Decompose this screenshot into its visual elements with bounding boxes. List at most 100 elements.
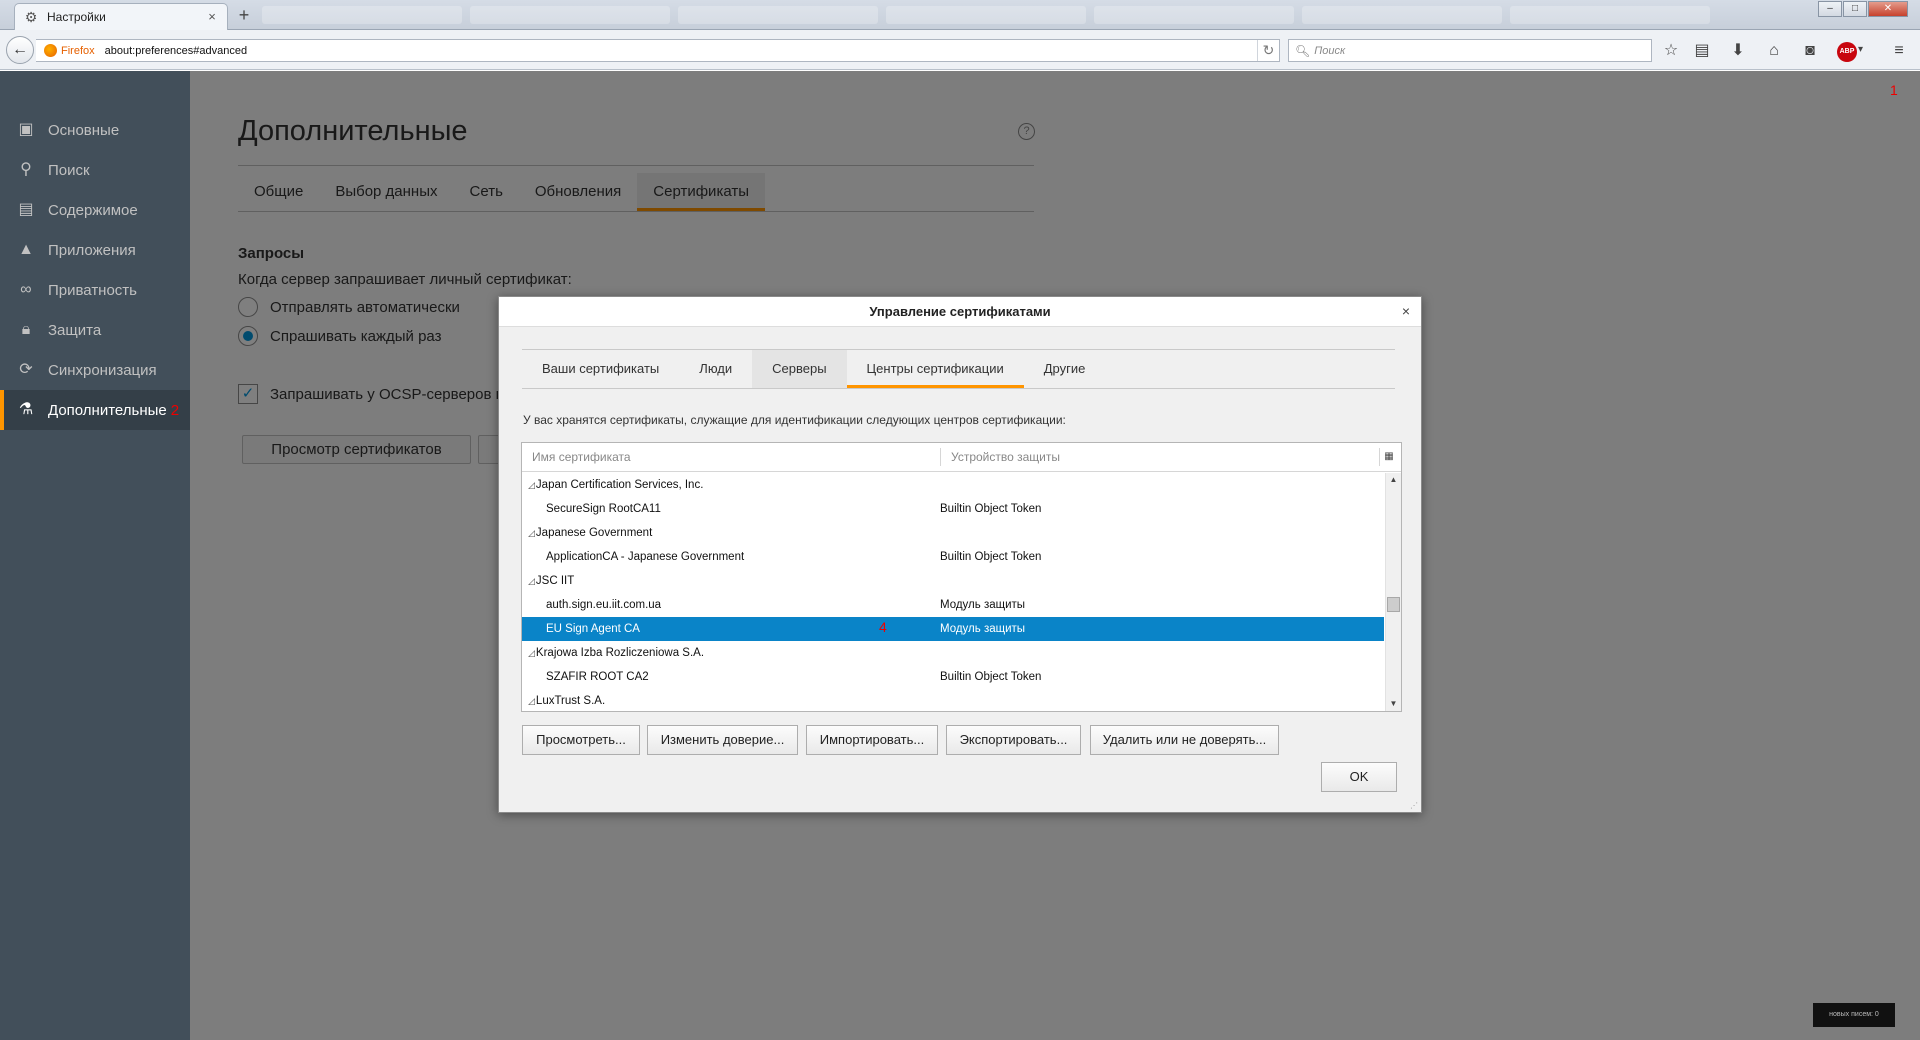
edit-trust-button[interactable]: Изменить доверие... (647, 725, 798, 755)
tree-row[interactable]: SZAFIR ROOT CA2 Builtin Object Token (522, 665, 1384, 689)
url-text[interactable]: about:preferences#advanced (105, 45, 1257, 57)
tree-row[interactable]: auth.sign.eu.iit.com.ua Модуль защиты (522, 593, 1384, 617)
annotation-marker-2: 2 (170, 401, 180, 419)
tab-your-certificates[interactable]: Ваши сертификаты (522, 350, 679, 388)
advanced-icon: ⚗ (18, 401, 34, 418)
tree-group-row[interactable]: ◿LuxTrust S.A. (522, 689, 1384, 711)
close-tab-icon[interactable]: × (205, 10, 219, 24)
tree-cell-name: SecureSign RootCA11 (546, 503, 661, 515)
column-header-security-device[interactable]: Устройство защиты (941, 443, 1381, 471)
mail-notification: новых писем: 0 (1813, 1003, 1895, 1027)
downloads-icon[interactable]: ⬇ (1727, 40, 1749, 62)
identity-label: Firefox (61, 44, 95, 57)
certificate-manager-dialog: Управление сертификатами × Ваши сертифик… (498, 296, 1422, 813)
browser-tab-settings[interactable]: ⚙ Настройки × (14, 3, 228, 30)
sidebar-item-content[interactable]: ▤ Содержимое (0, 190, 190, 230)
hamburger-menu-icon[interactable]: ≡ (1888, 40, 1910, 62)
tree-group-row[interactable]: ◿Japanese Government (522, 521, 1384, 545)
home-icon[interactable]: ⌂ (1763, 40, 1785, 62)
view-button[interactable]: Просмотреть... (522, 725, 640, 755)
reload-icon[interactable]: ↻ (1257, 40, 1279, 61)
tree-cell-device: Модуль защиты (940, 599, 1026, 611)
dialog-description: У вас хранятся сертификаты, служащие для… (523, 413, 1066, 427)
tree-cell-name: ◿LuxTrust S.A. (528, 695, 606, 707)
tree-group-row[interactable]: ◿Japan Certification Services, Inc. (522, 473, 1384, 497)
tree-group-row[interactable]: ◿JSC IIT (522, 569, 1384, 593)
dialog-title: Управление сертификатами (869, 304, 1051, 319)
resize-grip-icon[interactable]: ⋰ (1410, 801, 1420, 811)
search-placeholder: Поиск (1314, 44, 1346, 57)
scrollbar-thumb[interactable] (1387, 597, 1400, 612)
tree-cell-name: ◿JSC IIT (528, 575, 575, 587)
sidebar-item-sync[interactable]: ⟳ Синхронизация (0, 350, 190, 390)
sidebar-item-general[interactable]: ▣ Основные (0, 110, 190, 150)
preferences-sidebar: ▣ Основные ⚲ Поиск ▤ Содержимое ▲ Прилож… (0, 71, 190, 1040)
close-icon[interactable]: × (1399, 304, 1413, 318)
back-button[interactable]: ← (6, 36, 34, 64)
twisty-expanded-icon[interactable]: ◿ (528, 648, 535, 658)
certificate-tree[interactable]: Имя сертификата Устройство защиты ▦ ◿Jap… (521, 442, 1402, 712)
twisty-expanded-icon[interactable]: ◿ (528, 528, 535, 538)
close-window-button[interactable]: ✕ (1868, 1, 1908, 17)
url-bar[interactable]: Firefox about:preferences#advanced ↻ (36, 39, 1280, 62)
tree-cell-device: Builtin Object Token (940, 503, 1042, 515)
tab-title: Настройки (47, 10, 106, 24)
scroll-down-arrow-icon[interactable]: ▼ (1386, 697, 1401, 711)
bookmarks-menu-icon[interactable]: ▤ (1691, 40, 1713, 62)
sidebar-item-label: Основные (48, 121, 120, 139)
twisty-expanded-icon[interactable]: ◿ (528, 480, 535, 490)
pocket-icon[interactable]: ◙ (1799, 40, 1821, 62)
ok-button[interactable]: OK (1321, 762, 1397, 792)
gear-icon: ⚙ (24, 9, 38, 25)
tree-group-row[interactable]: ◿Krajowa Izba Rozliczeniowa S.A. (522, 641, 1384, 665)
tab-servers[interactable]: Серверы (752, 350, 847, 388)
privacy-mask-icon: ∞ (20, 281, 32, 298)
sidebar-item-label: Поиск (48, 161, 90, 179)
delete-or-distrust-button[interactable]: Удалить или не доверять... (1090, 725, 1279, 755)
tree-cell-device: Builtin Object Token (940, 671, 1042, 683)
twisty-expanded-icon[interactable]: ◿ (528, 576, 535, 586)
sidebar-item-search[interactable]: ⚲ Поиск (0, 150, 190, 190)
minimize-button[interactable]: – (1818, 1, 1842, 17)
tree-cell-name: ◿Japan Certification Services, Inc. (528, 479, 704, 491)
sidebar-item-label: Содержимое (48, 201, 138, 219)
sidebar-item-label: Защита (48, 321, 102, 339)
tree-cell-device: Модуль защиты (940, 623, 1026, 635)
lock-icon: 🔒︎ (21, 321, 31, 338)
column-header-cert-name[interactable]: Имя сертификата (522, 443, 940, 471)
twisty-expanded-icon[interactable]: ◿ (528, 696, 535, 706)
search-bar[interactable]: 🔍︎ Поиск (1288, 39, 1652, 62)
bookmark-star-icon[interactable]: ☆ (1660, 40, 1682, 62)
export-button[interactable]: Экспортировать... (946, 725, 1081, 755)
column-separator[interactable] (1379, 448, 1380, 466)
sidebar-item-applications[interactable]: ▲ Приложения (0, 230, 190, 270)
column-picker-icon[interactable]: ▦ (1381, 449, 1397, 465)
tree-row[interactable]: ApplicationCA - Japanese Government Buil… (522, 545, 1384, 569)
tree-cell-name: ◿Japanese Government (528, 527, 653, 539)
tree-body: ◿Japan Certification Services, Inc. Secu… (522, 473, 1384, 711)
new-tab-button[interactable]: + (234, 6, 254, 26)
tab-others[interactable]: Другие (1024, 350, 1106, 388)
sidebar-item-privacy[interactable]: ∞ Приватность (0, 270, 190, 310)
tree-scrollbar[interactable]: ▲ ▼ (1385, 473, 1401, 711)
general-icon: ▣ (18, 121, 34, 138)
maximize-button[interactable]: □ (1843, 1, 1867, 17)
chevron-down-icon[interactable]: ▾ (1858, 44, 1863, 55)
sidebar-item-advanced[interactable]: ⚗ Дополнительные 2 (0, 390, 190, 430)
sidebar-item-security[interactable]: 🔒︎ Защита (0, 310, 190, 350)
sidebar-item-label: Синхронизация (48, 361, 157, 379)
sidebar-item-label: Дополнительные (48, 401, 167, 419)
search-icon: 🔍︎ (1295, 43, 1311, 58)
import-button[interactable]: Импортировать... (806, 725, 938, 755)
tree-cell-name: auth.sign.eu.iit.com.ua (546, 599, 662, 611)
tree-row[interactable]: SecureSign RootCA11 Builtin Object Token (522, 497, 1384, 521)
navigation-toolbar: ← Firefox about:preferences#advanced ↻ 🔍… (0, 30, 1920, 70)
scroll-up-arrow-icon[interactable]: ▲ (1386, 473, 1401, 487)
tree-row-selected[interactable]: EU Sign Agent CA 4 Модуль защиты (522, 617, 1384, 641)
tree-cell-device: Builtin Object Token (940, 551, 1042, 563)
adblock-plus-icon[interactable]: ABP (1837, 42, 1857, 62)
tab-people[interactable]: Люди (679, 350, 752, 388)
tab-authorities[interactable]: Центры сертификации (846, 350, 1024, 388)
content-icon: ▤ (18, 201, 34, 218)
background-tabs (262, 6, 1812, 24)
